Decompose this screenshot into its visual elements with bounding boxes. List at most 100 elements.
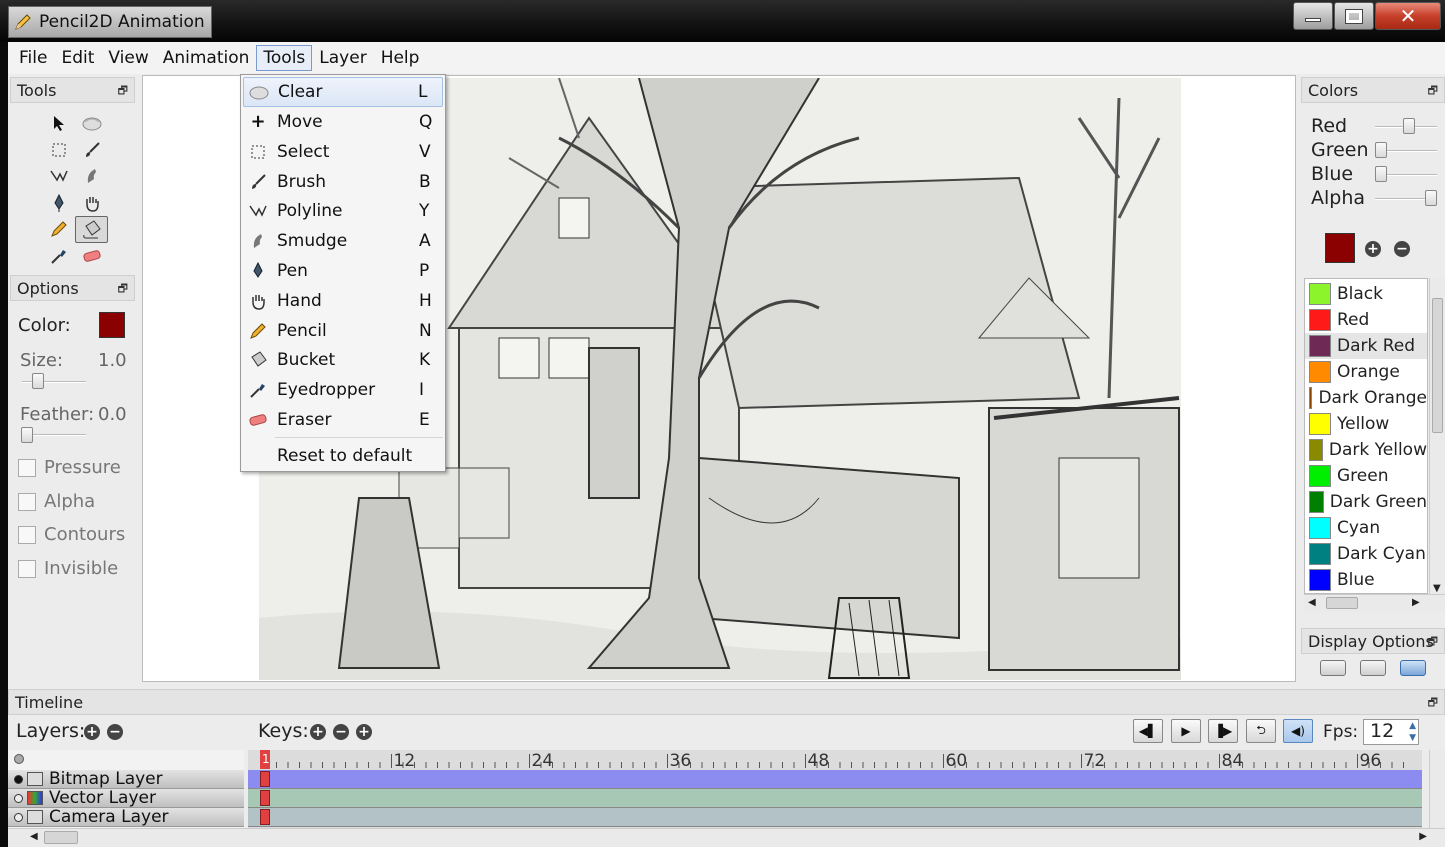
undock-icon[interactable]: 🗗 xyxy=(1428,694,1438,713)
palette-vertical-scrollbar[interactable]: ▼ xyxy=(1429,278,1445,594)
menu-animation[interactable]: Animation xyxy=(156,45,257,71)
pressure-option[interactable]: Pressure xyxy=(18,457,121,478)
palette-item[interactable]: Dark Yellow xyxy=(1305,437,1427,463)
tool-eraser[interactable] xyxy=(75,243,108,270)
tool-smudge[interactable] xyxy=(75,163,108,190)
menu-item-eraser[interactable]: Eraser E xyxy=(243,405,443,435)
palette-horizontal-scrollbar[interactable]: ◀ ▶ xyxy=(1304,594,1445,612)
layer-row[interactable]: Bitmap Layer xyxy=(8,769,244,789)
layer-visibility-icon[interactable] xyxy=(14,812,23,822)
menu-item-reset-to-default[interactable]: Reset to default xyxy=(243,441,443,471)
tool-pencil[interactable] xyxy=(42,216,75,243)
menu-view[interactable]: View xyxy=(101,45,155,71)
tool-eyedropper[interactable] xyxy=(42,243,75,270)
palette-item[interactable]: Green xyxy=(1305,463,1427,489)
palette-item[interactable]: Orange xyxy=(1305,359,1427,385)
tool-select[interactable] xyxy=(42,137,75,164)
timeline-vertical-scrollbar[interactable] xyxy=(1429,750,1445,828)
onion-skin-next-icon[interactable] xyxy=(1360,660,1386,676)
add-layer-icon[interactable]: + xyxy=(84,724,100,740)
layer-row[interactable]: Vector Layer xyxy=(8,788,244,808)
scroll-thumb[interactable] xyxy=(1432,298,1443,433)
keyframe[interactable] xyxy=(260,790,270,806)
tool-move[interactable] xyxy=(42,110,75,137)
menu-file[interactable]: File xyxy=(12,45,54,71)
layer-visibility-icon[interactable] xyxy=(14,793,23,803)
menu-layer[interactable]: Layer xyxy=(312,45,373,71)
scroll-left-icon[interactable]: ◀ xyxy=(30,831,38,842)
green-slider-handle[interactable] xyxy=(1375,142,1387,158)
tool-hand[interactable] xyxy=(75,190,108,217)
contours-checkbox[interactable] xyxy=(18,525,36,544)
layer-row[interactable]: Camera Layer xyxy=(8,807,244,827)
keyframe[interactable] xyxy=(260,771,270,787)
palette-item[interactable]: Dark Red xyxy=(1305,333,1427,359)
scroll-thumb[interactable] xyxy=(1326,597,1358,609)
menu-tools[interactable]: Tools xyxy=(256,45,313,71)
menu-item-clear[interactable]: Clear L xyxy=(243,77,443,107)
alpha-option[interactable]: Alpha xyxy=(18,491,95,512)
palette-item[interactable]: Black xyxy=(1305,281,1427,307)
layer-track[interactable] xyxy=(248,789,1422,808)
remove-color-icon[interactable]: − xyxy=(1394,241,1410,257)
visibility-all-icon[interactable] xyxy=(14,754,24,764)
palette-item[interactable]: Yellow xyxy=(1305,411,1427,437)
tool-bucket[interactable] xyxy=(75,216,108,243)
undock-icon[interactable]: 🗗 xyxy=(1428,82,1438,101)
palette-item[interactable]: Cyan xyxy=(1305,515,1427,541)
alpha-slider-handle[interactable] xyxy=(1425,190,1437,206)
add-color-icon[interactable]: + xyxy=(1365,241,1381,257)
palette-item[interactable]: Dark Green xyxy=(1305,489,1427,515)
blue-slider-handle[interactable] xyxy=(1375,166,1387,182)
remove-key-icon[interactable]: − xyxy=(333,724,349,740)
layer-track[interactable] xyxy=(248,770,1422,789)
menu-item-hand[interactable]: Hand H xyxy=(243,286,443,316)
invisible-option[interactable]: Invisible xyxy=(18,558,118,579)
feather-slider-handle[interactable] xyxy=(21,427,33,443)
maximize-button[interactable] xyxy=(1334,2,1374,30)
remove-layer-icon[interactable]: − xyxy=(107,724,123,740)
invisible-checkbox[interactable] xyxy=(18,559,36,578)
undock-icon[interactable]: 🗗 xyxy=(118,82,128,101)
contours-option[interactable]: Contours xyxy=(18,524,125,545)
keyframe[interactable] xyxy=(260,809,270,825)
menu-item-move[interactable]: + Move Q xyxy=(243,107,443,137)
layer-track[interactable] xyxy=(248,808,1422,827)
menu-item-eyedropper[interactable]: Eyedropper I xyxy=(243,375,443,405)
palette-item[interactable]: Dark Orange xyxy=(1305,385,1427,411)
scroll-right-icon[interactable]: ▶ xyxy=(1419,831,1427,842)
tool-clear[interactable] xyxy=(75,110,108,137)
palette-item[interactable]: Blue xyxy=(1305,567,1427,593)
sound-button[interactable]: ◀) xyxy=(1283,719,1313,743)
alpha-checkbox[interactable] xyxy=(18,492,36,511)
palette-item[interactable]: Red xyxy=(1305,307,1427,333)
size-slider-handle[interactable] xyxy=(32,373,44,389)
tool-brush[interactable] xyxy=(75,137,108,164)
close-button[interactable]: ✕ xyxy=(1375,2,1441,30)
menu-item-bucket[interactable]: Bucket K xyxy=(243,345,443,375)
menu-item-select[interactable]: Select V xyxy=(243,137,443,167)
timeline-horizontal-scrollbar[interactable]: ◀ ▶ xyxy=(8,828,1445,847)
scroll-right-icon[interactable]: ▶ xyxy=(1412,597,1420,608)
frame-ruler[interactable] xyxy=(248,750,1422,769)
menu-help[interactable]: Help xyxy=(374,45,427,71)
menu-item-smudge[interactable]: Smudge A xyxy=(243,226,443,256)
tool-polyline[interactable] xyxy=(42,163,75,190)
red-slider-handle[interactable] xyxy=(1402,118,1415,134)
menu-item-polyline[interactable]: Polyline Y xyxy=(243,196,443,226)
layer-visibility-icon[interactable] xyxy=(14,774,23,784)
menu-item-pen[interactable]: Pen P xyxy=(243,256,443,286)
timeline-tracks[interactable]: 12 24 36 48 60 72 84 96 1 xyxy=(248,750,1422,828)
play-forward-button[interactable]: ▐▶ xyxy=(1208,719,1238,743)
undock-icon[interactable]: 🗗 xyxy=(118,280,128,299)
add-key-icon[interactable]: + xyxy=(310,724,326,740)
play-button[interactable]: ▶ xyxy=(1171,719,1201,743)
minimize-button[interactable] xyxy=(1293,2,1333,30)
play-back-button[interactable]: ◀▌ xyxy=(1133,719,1163,743)
scroll-down-icon[interactable]: ▼ xyxy=(1433,583,1441,594)
pressure-checkbox[interactable] xyxy=(18,458,36,477)
duplicate-key-icon[interactable]: + xyxy=(356,724,372,740)
menu-edit[interactable]: Edit xyxy=(54,45,101,71)
menu-item-brush[interactable]: Brush B xyxy=(243,167,443,197)
current-color-swatch[interactable] xyxy=(1325,233,1355,263)
